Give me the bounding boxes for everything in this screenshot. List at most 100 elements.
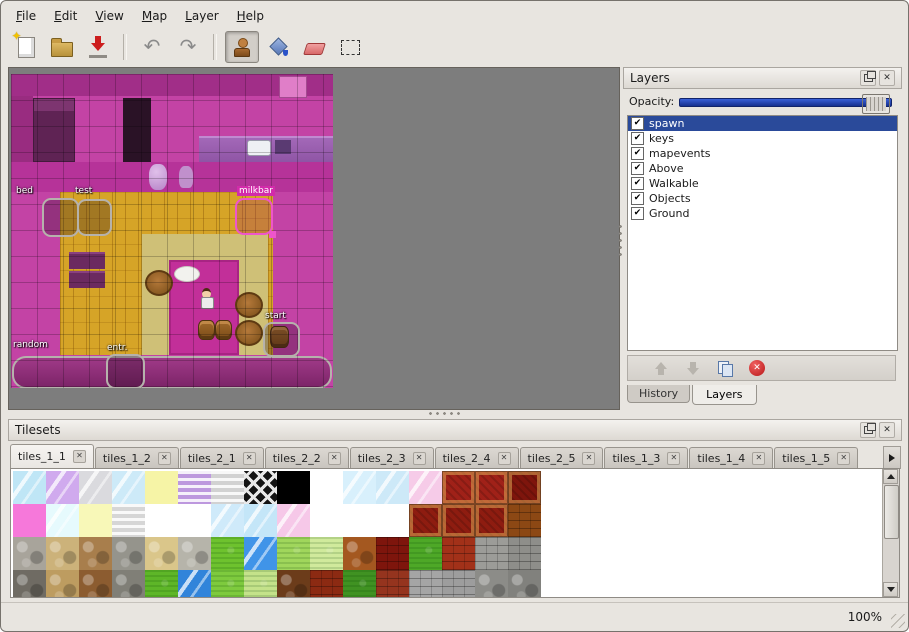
menu-view[interactable]: View xyxy=(86,6,132,26)
tile[interactable] xyxy=(277,537,310,570)
tile[interactable] xyxy=(244,504,277,537)
tile[interactable] xyxy=(409,504,442,537)
close-tab-icon[interactable]: ✕ xyxy=(413,452,426,465)
layer-list[interactable]: ✔spawn✔keys✔mapevents✔Above✔Walkable✔Obj… xyxy=(627,115,898,351)
duplicate-layer-button[interactable] xyxy=(714,358,736,378)
tile[interactable] xyxy=(343,471,376,504)
tile[interactable] xyxy=(442,537,475,570)
tile[interactable] xyxy=(46,537,79,570)
layer-visibility-checkbox[interactable]: ✔ xyxy=(631,117,644,130)
horizontal-splitter[interactable] xyxy=(427,410,463,417)
layer-visibility-checkbox[interactable]: ✔ xyxy=(631,132,644,145)
open-tool-button[interactable] xyxy=(45,31,79,63)
layer-visibility-checkbox[interactable]: ✔ xyxy=(631,192,644,205)
close-tab-icon[interactable]: ✕ xyxy=(158,452,171,465)
map-object-bed[interactable] xyxy=(42,198,79,237)
tile[interactable] xyxy=(211,570,244,598)
layer-visibility-checkbox[interactable]: ✔ xyxy=(631,177,644,190)
tile[interactable] xyxy=(442,570,475,598)
float-panel-button[interactable] xyxy=(860,70,876,86)
close-panel-button[interactable]: ✕ xyxy=(879,422,895,438)
scroll-down-button[interactable] xyxy=(883,582,898,597)
tile[interactable] xyxy=(475,504,508,537)
save-tool-button[interactable] xyxy=(81,31,115,63)
tile[interactable] xyxy=(442,471,475,504)
tile[interactable] xyxy=(145,570,178,598)
layer-row-spawn[interactable]: ✔spawn xyxy=(628,116,897,131)
tile[interactable] xyxy=(409,471,442,504)
layer-row-mapevents[interactable]: ✔mapevents xyxy=(628,146,897,161)
close-tab-icon[interactable]: ✕ xyxy=(328,452,341,465)
tile[interactable] xyxy=(376,570,409,598)
tileset-tab-tiles_1_1[interactable]: tiles_1_1✕ xyxy=(10,444,94,468)
tile[interactable] xyxy=(475,537,508,570)
fill-tool-button[interactable] xyxy=(261,31,295,63)
tile[interactable] xyxy=(343,504,376,537)
tileset-scrollbar[interactable] xyxy=(882,469,899,597)
tile[interactable] xyxy=(112,504,145,537)
tile[interactable] xyxy=(442,504,475,537)
scroll-up-button[interactable] xyxy=(883,469,898,484)
tile[interactable] xyxy=(211,537,244,570)
lower-layer-button[interactable] xyxy=(682,358,704,378)
tile[interactable] xyxy=(145,471,178,504)
tile[interactable] xyxy=(310,471,343,504)
layer-row-Ground[interactable]: ✔Ground xyxy=(628,206,897,221)
tile[interactable] xyxy=(46,471,79,504)
tile[interactable] xyxy=(376,504,409,537)
menu-map[interactable]: Map xyxy=(133,6,176,26)
float-panel-button[interactable] xyxy=(860,422,876,438)
eraser-tool-button[interactable] xyxy=(297,31,331,63)
tile[interactable] xyxy=(112,570,145,598)
tile[interactable] xyxy=(277,504,310,537)
tile[interactable] xyxy=(244,537,277,570)
tile[interactable] xyxy=(178,570,211,598)
close-tab-icon[interactable]: ✕ xyxy=(243,452,256,465)
menu-file[interactable]: File xyxy=(7,6,45,26)
map-viewport[interactable]: bed test milkbar start entr. random xyxy=(8,67,620,410)
new-tool-button[interactable] xyxy=(9,31,43,63)
tile[interactable] xyxy=(475,471,508,504)
tile[interactable] xyxy=(13,570,46,598)
close-tab-icon[interactable]: ✕ xyxy=(837,452,850,465)
layer-row-Walkable[interactable]: ✔Walkable xyxy=(628,176,897,191)
tile[interactable] xyxy=(409,570,442,598)
tile[interactable] xyxy=(508,471,541,504)
layers-panel-titlebar[interactable]: Layers ✕ xyxy=(623,67,902,89)
tile[interactable] xyxy=(508,504,541,537)
tab-layers[interactable]: Layers xyxy=(692,385,756,405)
tile[interactable] xyxy=(277,570,310,598)
tab-scroll-right-button[interactable] xyxy=(883,446,901,469)
opacity-slider[interactable] xyxy=(679,93,896,109)
opacity-slider-handle[interactable] xyxy=(862,94,890,114)
tile[interactable] xyxy=(310,570,343,598)
map-object-milkbar[interactable] xyxy=(235,198,273,235)
menu-edit[interactable]: Edit xyxy=(45,6,86,26)
close-tab-icon[interactable]: ✕ xyxy=(752,452,765,465)
layer-visibility-checkbox[interactable]: ✔ xyxy=(631,162,644,175)
tile[interactable] xyxy=(508,570,541,598)
tile[interactable] xyxy=(343,537,376,570)
map-canvas[interactable]: bed test milkbar start entr. random xyxy=(11,74,333,388)
tile[interactable] xyxy=(46,570,79,598)
tileset-tab-tiles_2_1[interactable]: tiles_2_1✕ xyxy=(180,447,264,468)
menu-help[interactable]: Help xyxy=(228,6,273,26)
tile[interactable] xyxy=(178,537,211,570)
delete-layer-button[interactable] xyxy=(746,358,768,378)
map-object-entr[interactable] xyxy=(106,354,145,388)
tile[interactable] xyxy=(79,570,112,598)
tile[interactable] xyxy=(13,537,46,570)
layer-visibility-checkbox[interactable]: ✔ xyxy=(631,147,644,160)
tile[interactable] xyxy=(244,471,277,504)
layer-row-Objects[interactable]: ✔Objects xyxy=(628,191,897,206)
tile[interactable] xyxy=(13,471,46,504)
close-tab-icon[interactable]: ✕ xyxy=(498,452,511,465)
tile[interactable] xyxy=(343,570,376,598)
tile[interactable] xyxy=(376,537,409,570)
tile[interactable] xyxy=(112,537,145,570)
tile[interactable] xyxy=(211,471,244,504)
tile[interactable] xyxy=(508,537,541,570)
tileset-tab-tiles_1_2[interactable]: tiles_1_2✕ xyxy=(95,447,179,468)
tile[interactable] xyxy=(277,471,310,504)
tile[interactable] xyxy=(475,570,508,598)
